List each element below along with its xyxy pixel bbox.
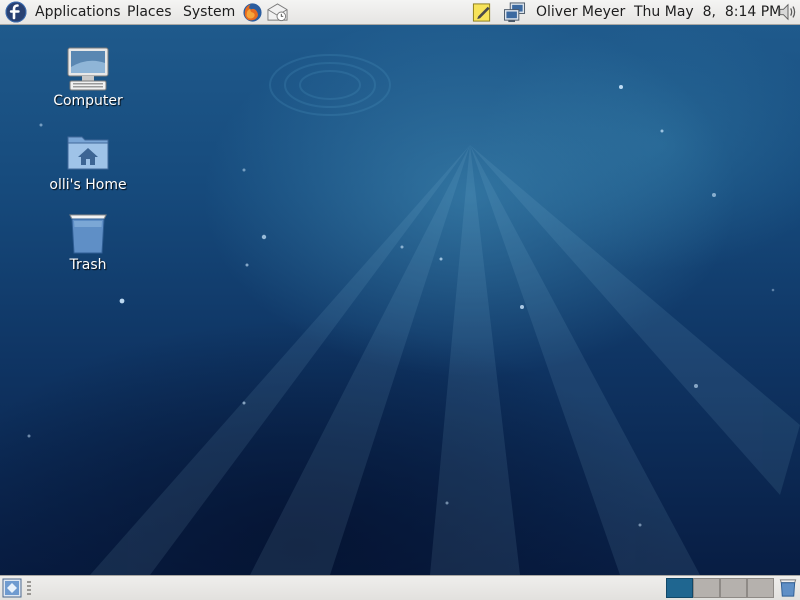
network-tray-item[interactable]: [503, 0, 529, 24]
workspace-3[interactable]: [720, 578, 747, 598]
workspace-2[interactable]: [693, 578, 720, 598]
workspace-4[interactable]: [747, 578, 774, 598]
desktop-icon-label: Trash: [69, 257, 107, 273]
user-name[interactable]: Oliver Meyer: [536, 0, 625, 24]
network-icon: [504, 2, 526, 23]
desktop-icon-computer[interactable]: Computer: [38, 45, 138, 109]
fedora-logo-icon: [5, 1, 27, 23]
home-folder-icon: [67, 136, 109, 170]
firefox-launcher[interactable]: [242, 0, 264, 24]
menu-places[interactable]: Places: [127, 0, 172, 24]
notes-tray-item[interactable]: [471, 0, 495, 24]
mail-icon: [267, 3, 288, 22]
trash-applet-icon: [779, 579, 797, 597]
desktop-icon-label: Computer: [53, 93, 123, 109]
workspace-switcher[interactable]: [666, 576, 776, 600]
fedora-logo[interactable]: [5, 0, 29, 24]
menu-applications[interactable]: Applications: [35, 0, 121, 24]
notes-icon: [472, 3, 491, 22]
panel-drag-handle[interactable]: [27, 581, 31, 595]
desktop-background[interactable]: Computer olli's Home Trash: [0, 25, 800, 575]
show-desktop-icon: [2, 578, 22, 598]
trash-applet[interactable]: [778, 577, 799, 599]
desktop-icon-label: olli's Home: [49, 177, 127, 193]
computer-icon: [67, 47, 109, 91]
firefox-icon: [243, 3, 262, 22]
workspace-1[interactable]: [666, 578, 693, 598]
desktop-icon-trash[interactable]: Trash: [38, 209, 138, 273]
clock[interactable]: Thu May 8, 8:14 PM: [634, 0, 781, 24]
bottom-panel: [0, 575, 800, 600]
desktop-icon-home[interactable]: olli's Home: [38, 129, 138, 193]
show-desktop-button[interactable]: [2, 578, 23, 598]
trash-icon: [69, 214, 107, 254]
volume-tray-item[interactable]: [778, 0, 800, 24]
mail-launcher[interactable]: [266, 0, 290, 24]
menu-system[interactable]: System: [183, 0, 235, 24]
volume-icon: [779, 3, 796, 21]
top-panel: Applications Places System Oliver Meyer …: [0, 0, 800, 25]
